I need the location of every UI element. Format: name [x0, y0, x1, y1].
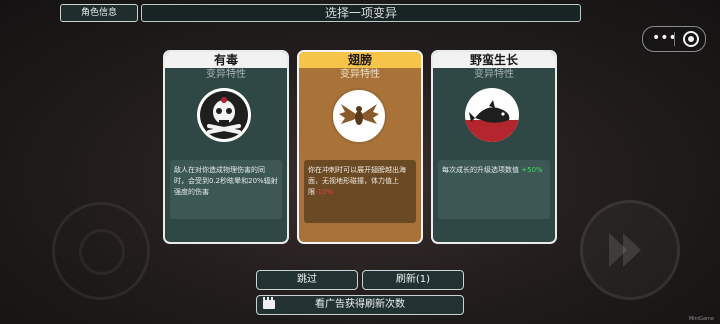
fish-growth-icon: [465, 88, 519, 142]
card-title: 野蛮生长: [433, 52, 555, 68]
skull-crossbones-icon: [197, 88, 251, 142]
wings-icon: [331, 88, 387, 144]
description-text: 每次成长的升级选项数值: [442, 166, 522, 174]
dash-button[interactable]: [580, 200, 680, 300]
virtual-joystick[interactable]: [52, 202, 150, 300]
watch-ad-label: 看广告获得刷新次数: [315, 299, 405, 310]
clapperboard-icon: [263, 297, 275, 309]
card-description: 你在冲刺时可以展开翅膀越出海面，无视地形碰撞，体力值上限-10%: [304, 160, 416, 223]
card-description: 敌人在对你造成物理伤害的同时，会受到0.2秒眩晕和20%辐射强度的伤害: [170, 160, 282, 219]
refresh-button[interactable]: 刷新(1): [362, 270, 464, 290]
mini-program-capsule: •••: [642, 26, 706, 52]
watermark: MiniGame: [688, 316, 714, 322]
card-title: 有毒: [165, 52, 287, 68]
close-target-icon[interactable]: [683, 31, 699, 47]
card-title: 翅膀: [299, 52, 421, 68]
stat-modifier: +50%: [521, 166, 543, 174]
card-subtitle: 变异特性: [474, 69, 514, 80]
page-title: 选择一项变异: [141, 4, 581, 22]
stat-modifier: -10%: [315, 188, 334, 196]
mutation-card-wings[interactable]: 翅膀 变异特性 你在冲刺时可以展开翅膀越出海面，无视地形碰撞，体力值上限-10%: [297, 50, 423, 244]
card-subtitle: 变异特性: [206, 69, 246, 80]
card-subtitle: 变异特性: [340, 69, 380, 80]
card-description: 每次成长的升级选项数值 +50%: [438, 160, 550, 219]
mutation-card-wild-growth[interactable]: 野蛮生长 变异特性 每次成长的升级选项数值 +50%: [431, 50, 557, 244]
skip-button[interactable]: 跳过: [256, 270, 358, 290]
fast-forward-icon: [609, 233, 641, 267]
watch-ad-refresh-button[interactable]: 看广告获得刷新次数: [256, 295, 464, 315]
capsule-divider: [674, 32, 675, 46]
character-info-button[interactable]: 角色信息: [60, 4, 138, 22]
mutation-card-toxic[interactable]: 有毒 变异特性 敌人在对你造成物理伤害的同时，会受到0.2秒眩晕和20%辐射强度…: [163, 50, 289, 244]
description-text: 敌人在对你造成物理伤害的同时，会受到0.2秒眩晕和20%辐射强度的伤害: [174, 166, 278, 196]
